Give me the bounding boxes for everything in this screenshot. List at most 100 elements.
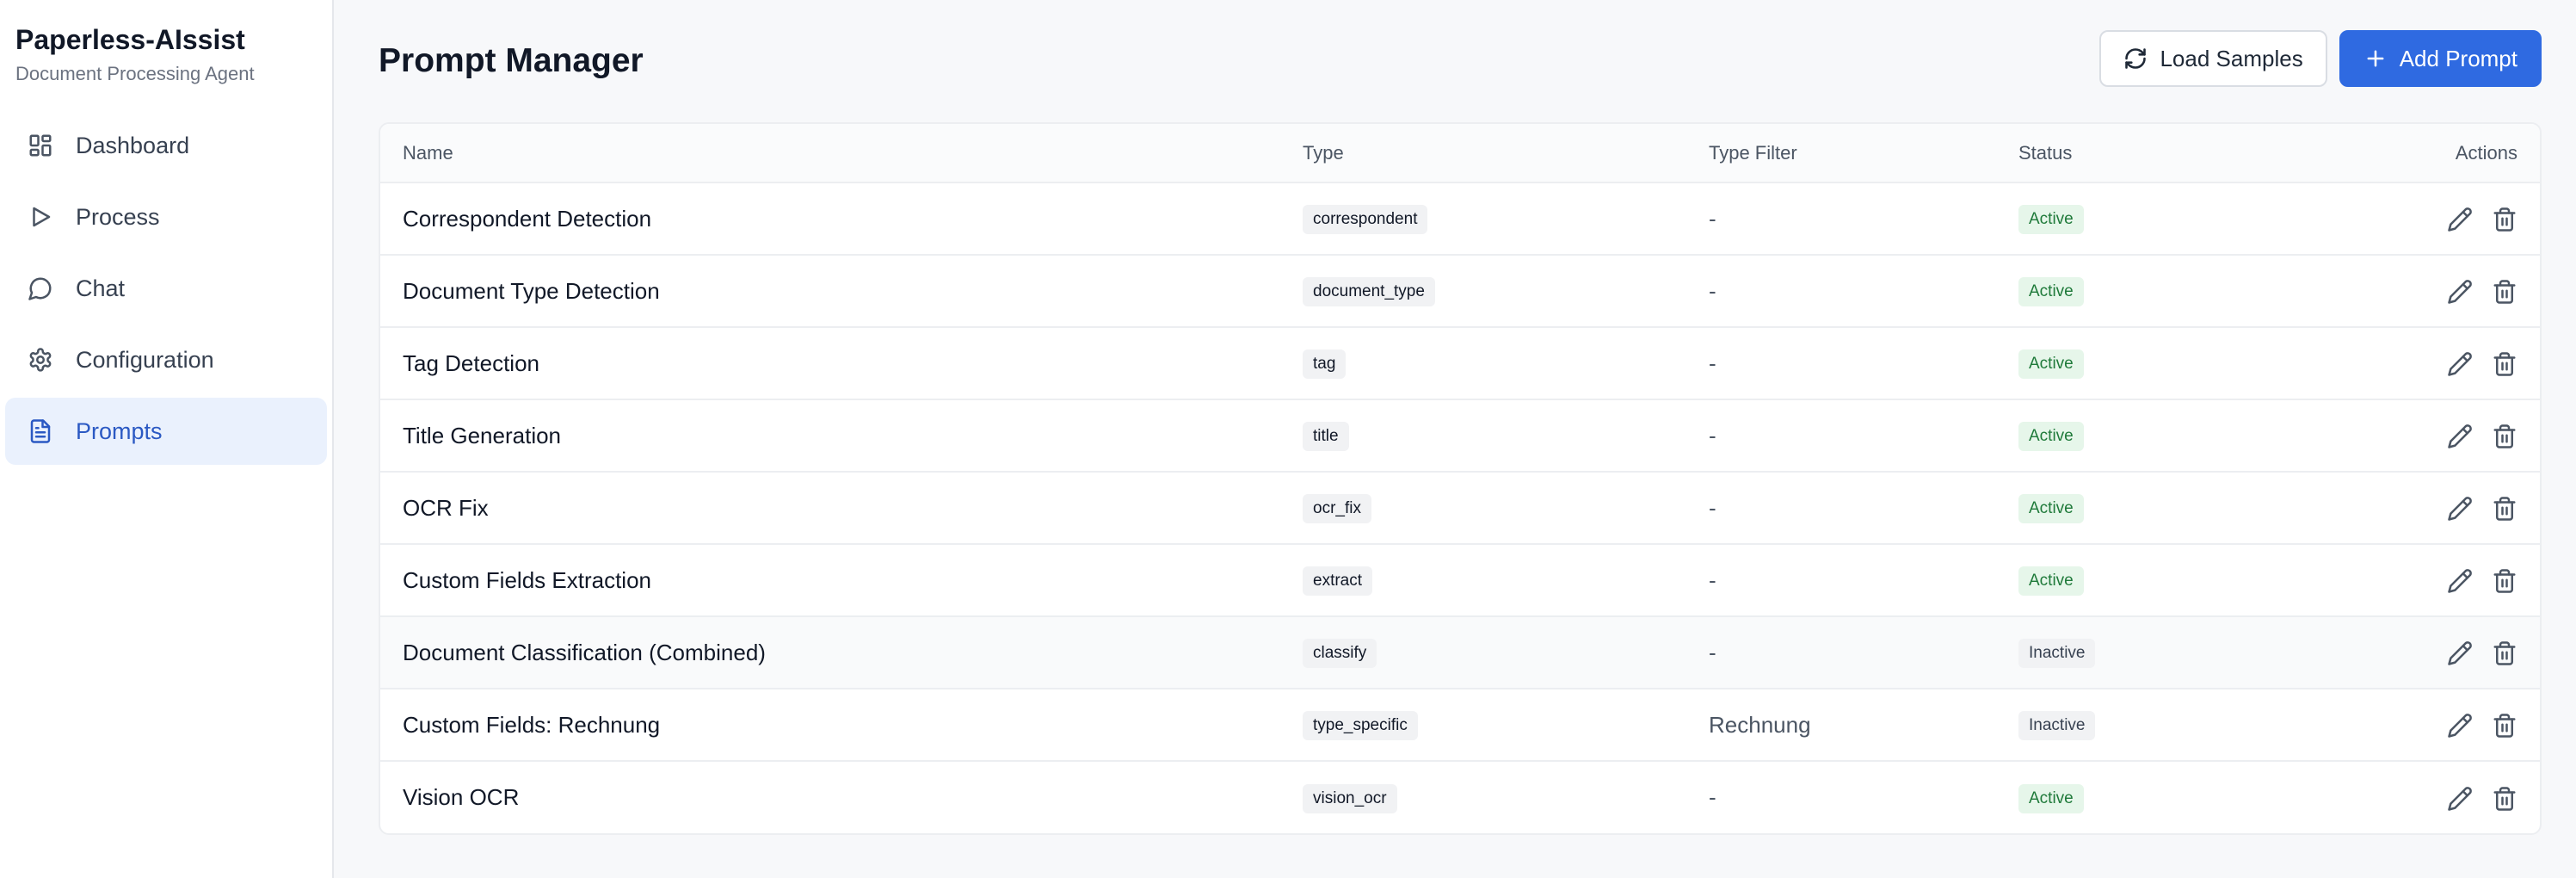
edit-icon[interactable]	[2447, 207, 2473, 232]
prompt-name: Document Classification (Combined)	[380, 616, 1280, 689]
edit-icon[interactable]	[2447, 496, 2473, 522]
column-header-type-filter: Type Filter	[1686, 124, 1996, 183]
table-row[interactable]: OCR Fix ocr_fix - Active	[380, 472, 2540, 545]
table-row[interactable]: Tag Detection tag - Active	[380, 327, 2540, 400]
table-row[interactable]: Document Classification (Combined) classi…	[380, 616, 2540, 689]
table-row[interactable]: Vision OCR vision_ocr - Active	[380, 761, 2540, 833]
status-badge: Inactive	[2018, 711, 2096, 740]
prompt-type-cell: tag	[1280, 327, 1686, 400]
trash-icon[interactable]	[2492, 496, 2517, 522]
edit-icon[interactable]	[2447, 568, 2473, 594]
trash-icon[interactable]	[2492, 568, 2517, 594]
sidebar-item-dashboard[interactable]: Dashboard	[5, 112, 327, 179]
prompt-name: Correspondent Detection	[380, 182, 1280, 256]
sidebar-item-prompts[interactable]: Prompts	[5, 398, 327, 465]
actions-cell	[2254, 182, 2540, 256]
type-tag: classify	[1303, 639, 1377, 668]
actions-cell	[2254, 255, 2540, 328]
status-cell: Inactive	[1996, 689, 2254, 762]
prompt-type-cell: classify	[1280, 616, 1686, 689]
status-cell: Active	[1996, 182, 2254, 256]
type-filter: -	[1709, 784, 1716, 810]
type-filter: -	[1686, 182, 1996, 256]
type-tag: title	[1303, 422, 1349, 451]
trash-icon[interactable]	[2492, 786, 2517, 812]
prompts-table: Name Type Type Filter Status Actions Cor…	[380, 124, 2540, 833]
prompt-name: Title Generation	[380, 399, 1280, 473]
type-filter: -	[1686, 255, 1996, 328]
status-badge: Active	[2018, 566, 2084, 596]
status-badge: Active	[2018, 349, 2084, 379]
sidebar-item-configuration[interactable]: Configuration	[5, 326, 327, 393]
actions-cell	[2254, 327, 2540, 400]
table-row[interactable]: Document Type Detection document_type - Act…	[380, 255, 2540, 328]
status-cell: Active	[1996, 472, 2254, 545]
edit-icon[interactable]	[2447, 279, 2473, 305]
app-title: Paperless-AIssist	[15, 24, 245, 55]
trash-icon[interactable]	[2492, 424, 2517, 449]
type-tag: ocr_fix	[1303, 494, 1371, 523]
trash-icon[interactable]	[2492, 279, 2517, 305]
sidebar-item-chat[interactable]: Chat	[5, 255, 327, 322]
document-icon	[28, 418, 53, 444]
sidebar-item-label: Configuration	[76, 346, 214, 373]
status-cell: Active	[1996, 761, 2254, 833]
status-cell: Active	[1996, 544, 2254, 617]
type-filter: -	[1686, 327, 1996, 400]
page-header: Prompt Manager Load Samples Add Prompt	[379, 0, 2542, 122]
sidebar-item-process[interactable]: Process	[5, 183, 327, 250]
load-samples-label: Load Samples	[2160, 45, 2303, 71]
prompt-name: Document Type Detection	[380, 255, 1280, 328]
actions-cell	[2254, 544, 2540, 617]
type-tag: document_type	[1303, 277, 1435, 306]
status-cell: Inactive	[1996, 616, 2254, 689]
status-badge: Active	[2018, 783, 2084, 813]
sidebar: Paperless-AIssist Document Processing Ag…	[0, 0, 334, 878]
prompt-type-cell: type_specific	[1280, 689, 1686, 762]
table-header-row: Name Type Type Filter Status Actions	[380, 124, 2540, 183]
sidebar-nav: Dashboard Process Chat Configuration Pro…	[0, 112, 332, 465]
prompt-name: Tag Detection	[380, 327, 1280, 400]
edit-icon[interactable]	[2447, 351, 2473, 377]
status-cell: Active	[1996, 255, 2254, 328]
prompt-name: Vision OCR	[403, 784, 520, 810]
dashboard-icon	[28, 133, 53, 158]
edit-icon[interactable]	[2447, 424, 2473, 449]
add-prompt-button[interactable]: Add Prompt	[2339, 30, 2542, 87]
status-badge: Active	[2018, 277, 2084, 306]
prompt-type-cell: correspondent	[1280, 182, 1686, 256]
brand: Paperless-AIssist Document Processing Ag…	[0, 22, 332, 86]
column-header-actions: Actions	[2254, 124, 2540, 183]
trash-icon[interactable]	[2492, 207, 2517, 232]
edit-icon[interactable]	[2447, 640, 2473, 666]
table-row[interactable]: Custom Fields: Rechnung type_specific Rech…	[380, 689, 2540, 762]
status-cell: Active	[1996, 327, 2254, 400]
sidebar-item-label: Chat	[76, 275, 126, 301]
prompt-name: Custom Fields: Rechnung	[380, 689, 1280, 762]
type-filter: -	[1686, 399, 1996, 473]
trash-icon[interactable]	[2492, 351, 2517, 377]
refresh-icon	[2125, 48, 2147, 69]
type-tag: extract	[1303, 566, 1373, 596]
edit-icon[interactable]	[2447, 786, 2473, 812]
table-body: Correspondent Detection correspondent - Act…	[380, 182, 2540, 833]
main-content: Prompt Manager Load Samples Add Prompt N…	[334, 0, 2576, 878]
trash-icon[interactable]	[2492, 713, 2517, 739]
status-badge: Active	[2018, 494, 2084, 523]
page-title: Prompt Manager	[379, 42, 644, 79]
header-actions: Load Samples Add Prompt	[2099, 30, 2542, 87]
table-row[interactable]: Correspondent Detection correspondent - Act…	[380, 182, 2540, 256]
load-samples-button[interactable]: Load Samples	[2099, 30, 2327, 87]
type-filter: Rechnung	[1686, 689, 1996, 762]
edit-icon[interactable]	[2447, 713, 2473, 739]
prompt-type-cell: title	[1280, 399, 1686, 473]
prompt-type-cell: ocr_fix	[1280, 472, 1686, 545]
type-tag: tag	[1303, 349, 1347, 379]
type-tag: type_specific	[1303, 711, 1418, 740]
trash-icon[interactable]	[2492, 640, 2517, 666]
table-row[interactable]: Title Generation title - Active	[380, 399, 2540, 473]
sidebar-item-label: Process	[76, 203, 160, 230]
app-subtitle: Document Processing Agent	[15, 63, 255, 84]
table-row[interactable]: Custom Fields Extraction extract - Active	[380, 544, 2540, 617]
sidebar-item-label: Dashboard	[76, 132, 190, 158]
